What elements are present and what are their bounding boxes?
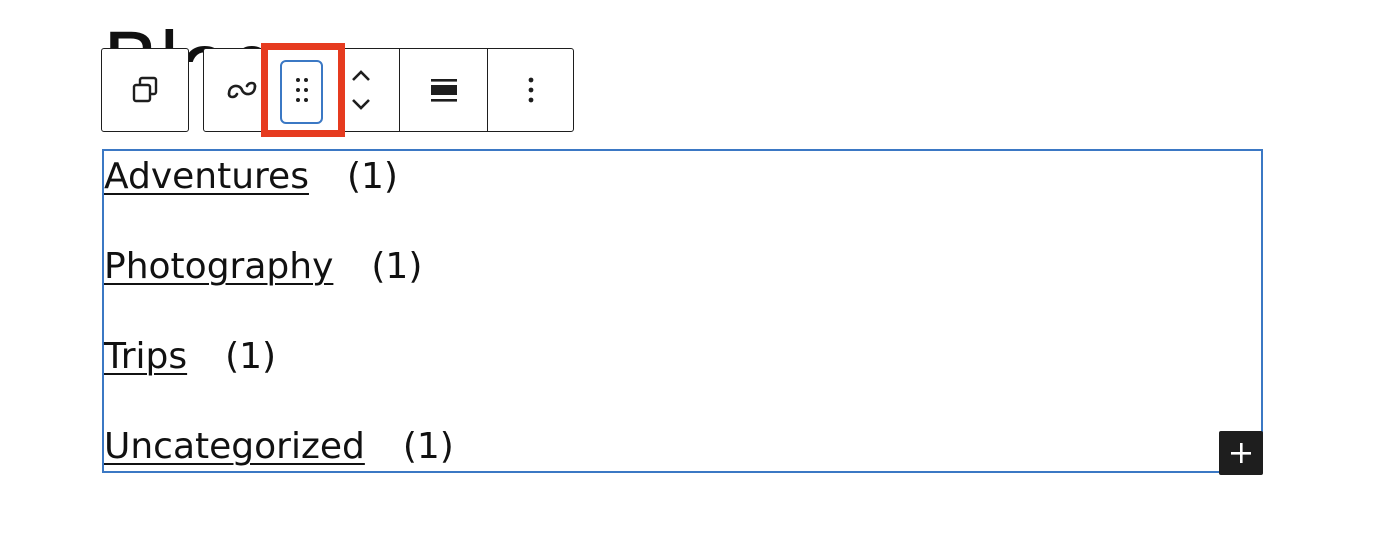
move-buttons: [323, 49, 399, 131]
list-item: Trips (1): [104, 333, 276, 381]
category-link[interactable]: Adventures: [104, 156, 309, 197]
category-link[interactable]: Trips: [104, 336, 187, 377]
chevron-up-icon[interactable]: [349, 66, 373, 84]
category-count: (1): [402, 426, 454, 467]
drag-handle-icon: [295, 78, 308, 102]
list-item: Adventures (1): [104, 153, 398, 201]
category-count: (1): [225, 336, 277, 377]
align-icon: [430, 79, 457, 102]
category-count: (1): [346, 156, 398, 197]
category-count: (1): [371, 246, 423, 287]
category-link[interactable]: Uncategorized: [104, 426, 365, 467]
align-button[interactable]: [399, 49, 487, 131]
more-vertical-icon: [528, 77, 533, 103]
options-button[interactable]: [487, 49, 573, 131]
block-toolbar-main: [203, 48, 574, 132]
chevron-down-icon[interactable]: [349, 96, 373, 114]
link-transform-icon: [227, 81, 257, 99]
list-item: Photography (1): [104, 243, 422, 291]
category-link[interactable]: Photography: [104, 246, 333, 287]
duplicate-button[interactable]: [102, 49, 188, 131]
plus-icon: [1231, 443, 1251, 463]
duplicate-icon: [132, 76, 158, 103]
add-block-button[interactable]: [1219, 431, 1263, 475]
drag-button[interactable]: [280, 49, 323, 131]
categories-block[interactable]: Adventures (1) Photography (1) Trips (1) Un…: [102, 149, 1263, 473]
transform-button[interactable]: [204, 49, 280, 131]
list-item: Uncategorized (1): [104, 423, 454, 471]
block-toolbar-left: [101, 48, 189, 132]
